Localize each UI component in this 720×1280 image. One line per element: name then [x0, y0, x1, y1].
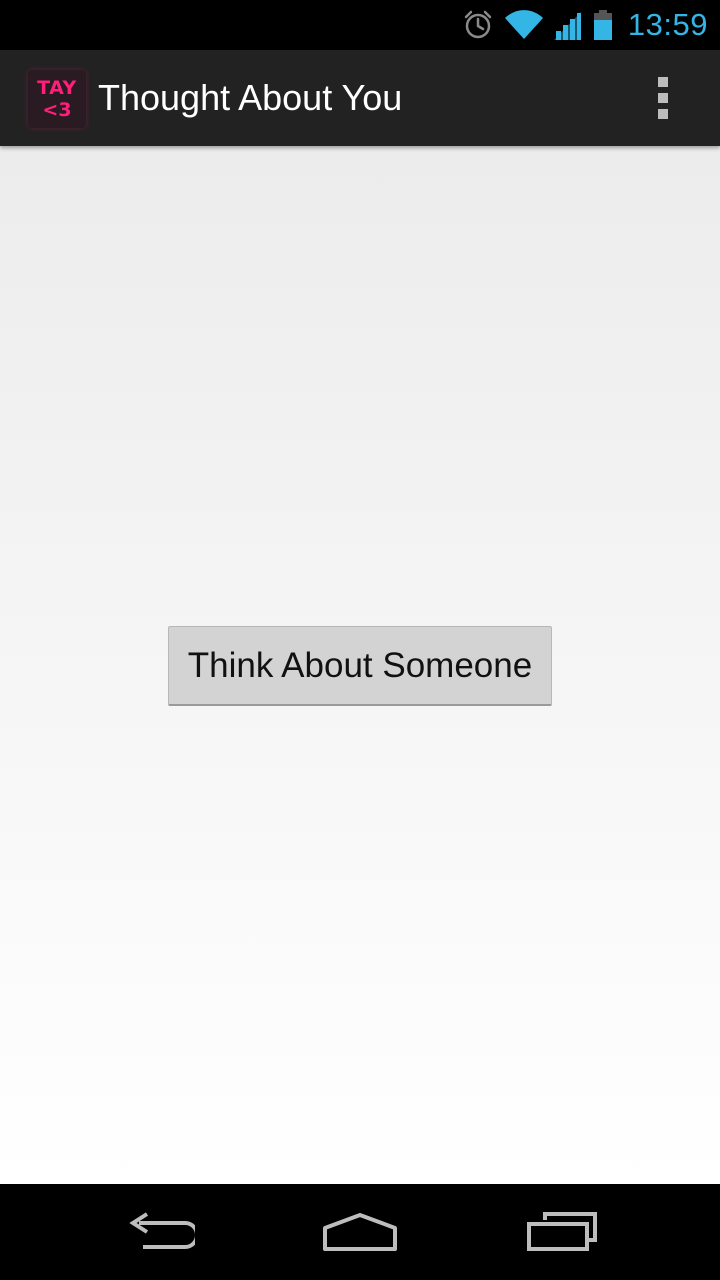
- recents-button[interactable]: [502, 1184, 622, 1280]
- overflow-dot: [658, 109, 668, 119]
- overflow-menu-icon[interactable]: [646, 74, 680, 122]
- home-button[interactable]: [300, 1184, 420, 1280]
- status-time: 13:59: [627, 7, 708, 42]
- navigation-bar: [0, 1184, 720, 1280]
- recents-icon: [527, 1212, 597, 1251]
- home-icon: [323, 1213, 397, 1251]
- app-icon-text-line2: <3: [42, 99, 72, 121]
- app-icon-text-line1: TAY: [37, 77, 77, 99]
- app-title: Thought About You: [98, 77, 403, 118]
- action-bar: TAY <3 Thought About You: [0, 50, 720, 146]
- back-button[interactable]: [100, 1184, 220, 1280]
- wifi-icon: [504, 10, 543, 39]
- status-icons: 13:59: [462, 0, 708, 50]
- signal-icon: [553, 12, 581, 40]
- battery-icon: [593, 10, 612, 40]
- alarm-icon: [464, 10, 492, 39]
- think-about-someone-button[interactable]: Think About Someone: [168, 626, 552, 706]
- main-content: Think About Someone: [0, 146, 720, 1184]
- overflow-dot: [658, 93, 668, 103]
- back-icon: [129, 1212, 195, 1249]
- overflow-dot: [658, 77, 668, 87]
- status-bar: 13:59: [0, 0, 720, 50]
- app-icon[interactable]: TAY <3: [28, 70, 86, 128]
